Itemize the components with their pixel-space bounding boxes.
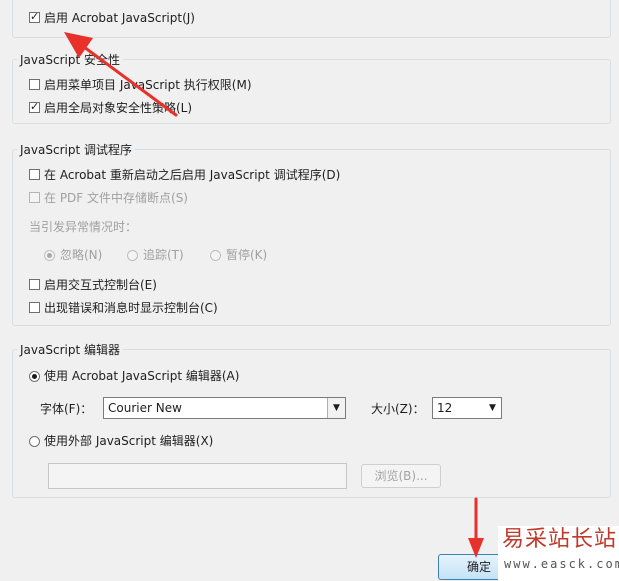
debugger-group-title: JavaScript 调试程序 <box>17 141 135 158</box>
global-security-policy-checkbox[interactable] <box>29 100 40 113</box>
security-group-title: JavaScript 安全性 <box>17 51 123 68</box>
use-external-editor-radio[interactable] <box>29 436 40 447</box>
arrow-to-ok-button <box>468 497 484 558</box>
exception-pause-radio[interactable] <box>210 250 221 261</box>
exception-label: 当引发异常情况时： <box>29 220 138 234</box>
watermark-url: www.easck.com <box>504 557 619 571</box>
store-breakpoints-checkbox[interactable] <box>29 192 40 203</box>
size-select-value: 12 <box>437 401 453 415</box>
enable-debugger-checkbox[interactable] <box>29 169 40 180</box>
exception-trace-radio[interactable] <box>127 250 138 261</box>
font-label: 字体(F)： <box>40 402 93 416</box>
font-select-value: Courier New <box>108 401 182 415</box>
use-acrobat-editor-radio[interactable] <box>29 371 40 382</box>
enable-acrobat-javascript-label: 启用 Acrobat JavaScript(J) <box>44 11 195 25</box>
chevron-down-icon: ▼ <box>489 403 496 413</box>
enable-debugger-label: 在 Acrobat 重新启动之后启用 JavaScript 调试程序(D) <box>44 168 341 182</box>
show-console-on-error-checkbox[interactable] <box>29 302 40 313</box>
exception-ignore-label: 忽略(N) <box>60 248 103 262</box>
watermark: 易采站长站 www.easck.com <box>498 526 619 581</box>
menu-js-permission-label: 启用菜单项目 JavaScript 执行权限(M) <box>44 78 252 92</box>
external-editor-path-input[interactable] <box>48 463 347 489</box>
store-breakpoints-label: 在 PDF 文件中存储断点(S) <box>44 191 188 205</box>
size-select[interactable]: 12 ▼ <box>432 397 502 419</box>
show-console-on-error-label: 出现错误和消息时显示控制台(C) <box>44 301 218 315</box>
chevron-down-icon: ▼ <box>327 398 345 418</box>
exception-trace-label: 追踪(T) <box>143 248 184 262</box>
use-external-editor-label: 使用外部 JavaScript 编辑器(X) <box>44 434 214 448</box>
browse-button[interactable]: 浏览(B)... <box>361 464 441 488</box>
size-label: 大小(Z)： <box>371 402 425 416</box>
global-security-policy-label: 启用全局对象安全性策略(L) <box>44 101 193 115</box>
use-acrobat-editor-label: 使用 Acrobat JavaScript 编辑器(A) <box>44 369 240 383</box>
editor-group-title: JavaScript 编辑器 <box>17 341 123 358</box>
watermark-title: 易采站长站 <box>502 527 618 552</box>
exception-ignore-radio[interactable] <box>44 250 55 261</box>
interactive-console-label: 启用交互式控制台(E) <box>44 278 157 292</box>
interactive-console-checkbox[interactable] <box>29 279 40 290</box>
menu-js-permission-checkbox[interactable] <box>29 79 40 90</box>
font-select[interactable]: Courier New ▼ <box>103 397 346 419</box>
exception-pause-label: 暂停(K) <box>226 248 268 262</box>
enable-acrobat-javascript-checkbox[interactable] <box>29 10 40 23</box>
